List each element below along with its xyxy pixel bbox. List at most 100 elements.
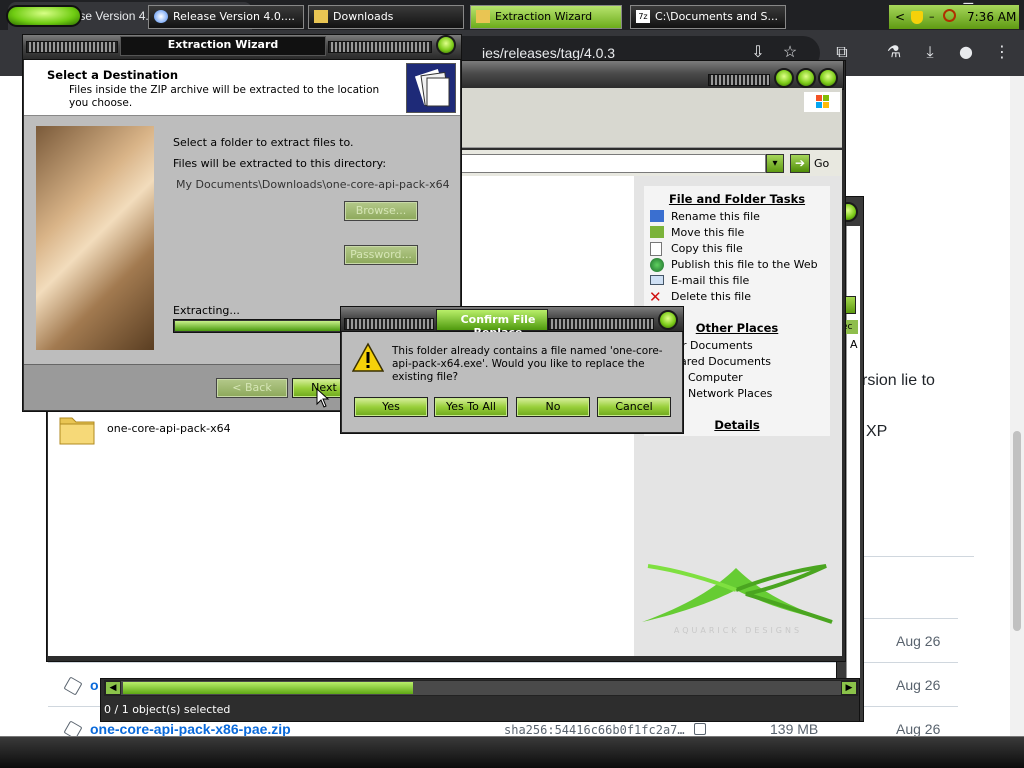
- copy-icon[interactable]: [694, 723, 706, 735]
- warning-icon: [351, 342, 385, 374]
- password-button[interactable]: Password...: [344, 245, 418, 265]
- address-dropdown-icon[interactable]: ▾: [766, 154, 784, 173]
- other-place-my-computer[interactable]: Computer: [688, 371, 743, 384]
- chrome-icon: [154, 10, 168, 23]
- globe-icon: [650, 258, 664, 272]
- taskbar-item-label: Downloads: [333, 10, 394, 23]
- taskbar-item-label: C:\Documents and S...: [655, 10, 778, 23]
- titlebar-grill: [548, 318, 654, 330]
- yes-button[interactable]: Yes: [354, 397, 428, 417]
- rename-icon: [650, 210, 664, 222]
- copy-file-icon: [650, 242, 662, 256]
- wizard-subheading: Files inside the ZIP archive will be ext…: [69, 84, 380, 109]
- taskbar-item-7zip[interactable]: 7z C:\Documents and S...: [630, 5, 786, 29]
- task-delete[interactable]: Delete this file: [671, 290, 751, 303]
- taskbar-item-label: Extraction Wizard: [495, 10, 593, 23]
- status-bar-text: 0 / 1 object(s) selected: [104, 703, 231, 716]
- other-place-shared-documents[interactable]: ared Documents: [680, 355, 771, 368]
- extracting-label: Extracting...: [173, 304, 240, 317]
- asset-date: Aug 26: [896, 677, 941, 693]
- task-copy[interactable]: Copy this file: [671, 242, 743, 255]
- zip-folder-icon: [406, 63, 456, 113]
- brand-text: AQUARICK DESIGNS: [673, 626, 803, 635]
- scrollbar-thumb[interactable]: [1013, 431, 1021, 631]
- wizard-title: Extraction Wizard: [167, 38, 279, 51]
- wizard-side-image: [36, 126, 154, 350]
- titlebar-grill: [708, 74, 770, 86]
- back-window-letter: A: [850, 338, 858, 351]
- folder-icon[interactable]: [58, 410, 98, 446]
- divider: [48, 662, 958, 663]
- release-notes-fragment-2: XP: [866, 423, 888, 440]
- asset-date: Aug 26: [896, 633, 941, 649]
- titlebar-grill: [26, 41, 118, 53]
- page-scrollbar[interactable]: [1010, 76, 1024, 736]
- windows-flag-icon: [804, 92, 840, 112]
- system-tray: < – 7:36 AM: [888, 4, 1020, 30]
- file-folder-tasks-heading[interactable]: File and Folder Tasks: [644, 192, 830, 206]
- titlebar-grill: [328, 41, 432, 53]
- scroll-right-arrow[interactable]: ▶: [841, 681, 857, 695]
- wizard-close-orb[interactable]: [436, 35, 456, 55]
- task-publish[interactable]: Publish this file to the Web: [671, 258, 818, 271]
- destination-path[interactable]: My Documents\Downloads\one-core-api-pack…: [176, 178, 450, 191]
- other-place-my-documents[interactable]: r Documents: [682, 339, 753, 352]
- labs-flask-icon[interactable]: ⚗: [884, 42, 904, 62]
- asset-hash: sha256:54416c66b0f1fc2a7…: [504, 723, 685, 737]
- go-label[interactable]: Go: [814, 157, 829, 170]
- asset-link[interactable]: one-core-api-pack-x86-pae.zip: [90, 721, 291, 737]
- tray-expand-arrow[interactable]: <: [895, 10, 905, 24]
- wizard-heading: Select a Destination: [47, 68, 179, 82]
- scroll-left-arrow[interactable]: ◀: [105, 681, 121, 695]
- taskbar-item-downloads[interactable]: Downloads: [308, 5, 464, 29]
- zip-folder-icon: [476, 10, 490, 23]
- back-button[interactable]: < Back: [216, 378, 288, 398]
- clock[interactable]: 7:36 AM: [967, 10, 1016, 24]
- mouse-cursor-icon: [316, 387, 330, 408]
- email-icon: [650, 275, 664, 285]
- titlebar-grill: [344, 318, 434, 330]
- confirm-message: This folder already contains a file name…: [392, 345, 663, 383]
- explorer-maximize-orb[interactable]: [796, 68, 816, 88]
- other-place-network-places[interactable]: Network Places: [688, 387, 772, 400]
- task-email[interactable]: E-mail this file: [671, 274, 749, 287]
- task-move[interactable]: Move this file: [671, 226, 744, 239]
- shield-icon[interactable]: [911, 11, 923, 24]
- 7zip-icon: 7z: [636, 10, 650, 23]
- address-url: ies/releases/tag/4.0.3: [482, 45, 616, 61]
- taskbar-item-label: Release Version 4.0....: [173, 10, 295, 23]
- folder-icon: [314, 10, 328, 23]
- extract-progress-fill: [175, 321, 345, 331]
- asset-size: 139 MB: [770, 721, 819, 737]
- taskbar: [0, 736, 1024, 768]
- folder-name[interactable]: one-core-api-pack-x64: [107, 422, 231, 435]
- browser-menu-icon[interactable]: ⋮: [992, 42, 1012, 62]
- release-notes-fragment: rsion lie to: [862, 372, 935, 389]
- cancel-button[interactable]: Cancel: [597, 397, 671, 417]
- speaker-icon[interactable]: –: [929, 10, 935, 23]
- asset-link-partial[interactable]: o: [90, 677, 99, 693]
- browse-button[interactable]: Browse...: [344, 201, 418, 221]
- search-tray-icon[interactable]: [943, 9, 956, 22]
- start-button[interactable]: [6, 5, 82, 27]
- task-rename[interactable]: Rename this file: [671, 210, 760, 223]
- yes-to-all-button[interactable]: Yes To All: [434, 397, 508, 417]
- no-button[interactable]: No: [516, 397, 590, 417]
- taskbar-item-extraction-wizard[interactable]: Extraction Wizard: [470, 5, 622, 29]
- explorer-close-orb[interactable]: [818, 68, 838, 88]
- directory-label: Files will be extracted to this director…: [173, 157, 387, 170]
- extensions-icon[interactable]: ⧉: [832, 42, 852, 62]
- scroll-thumb[interactable]: [123, 682, 413, 694]
- delete-x-icon: ✕: [649, 288, 662, 306]
- profile-avatar-icon[interactable]: ●: [956, 42, 976, 62]
- explorer-minimize-orb[interactable]: [774, 68, 794, 88]
- select-folder-label: Select a folder to extract files to.: [173, 136, 354, 149]
- explorer-address-input[interactable]: [460, 154, 766, 173]
- move-icon: [650, 226, 664, 238]
- go-arrow-icon[interactable]: ➔: [790, 154, 810, 173]
- aquarick-logo: AQUARICK DESIGNS: [636, 560, 840, 650]
- downloads-icon[interactable]: ⤓: [920, 42, 940, 62]
- taskbar-item-browser[interactable]: Release Version 4.0....: [148, 5, 304, 29]
- confirm-close-orb[interactable]: [658, 310, 678, 330]
- horizontal-scrollbar[interactable]: ◀ ▶: [104, 680, 858, 696]
